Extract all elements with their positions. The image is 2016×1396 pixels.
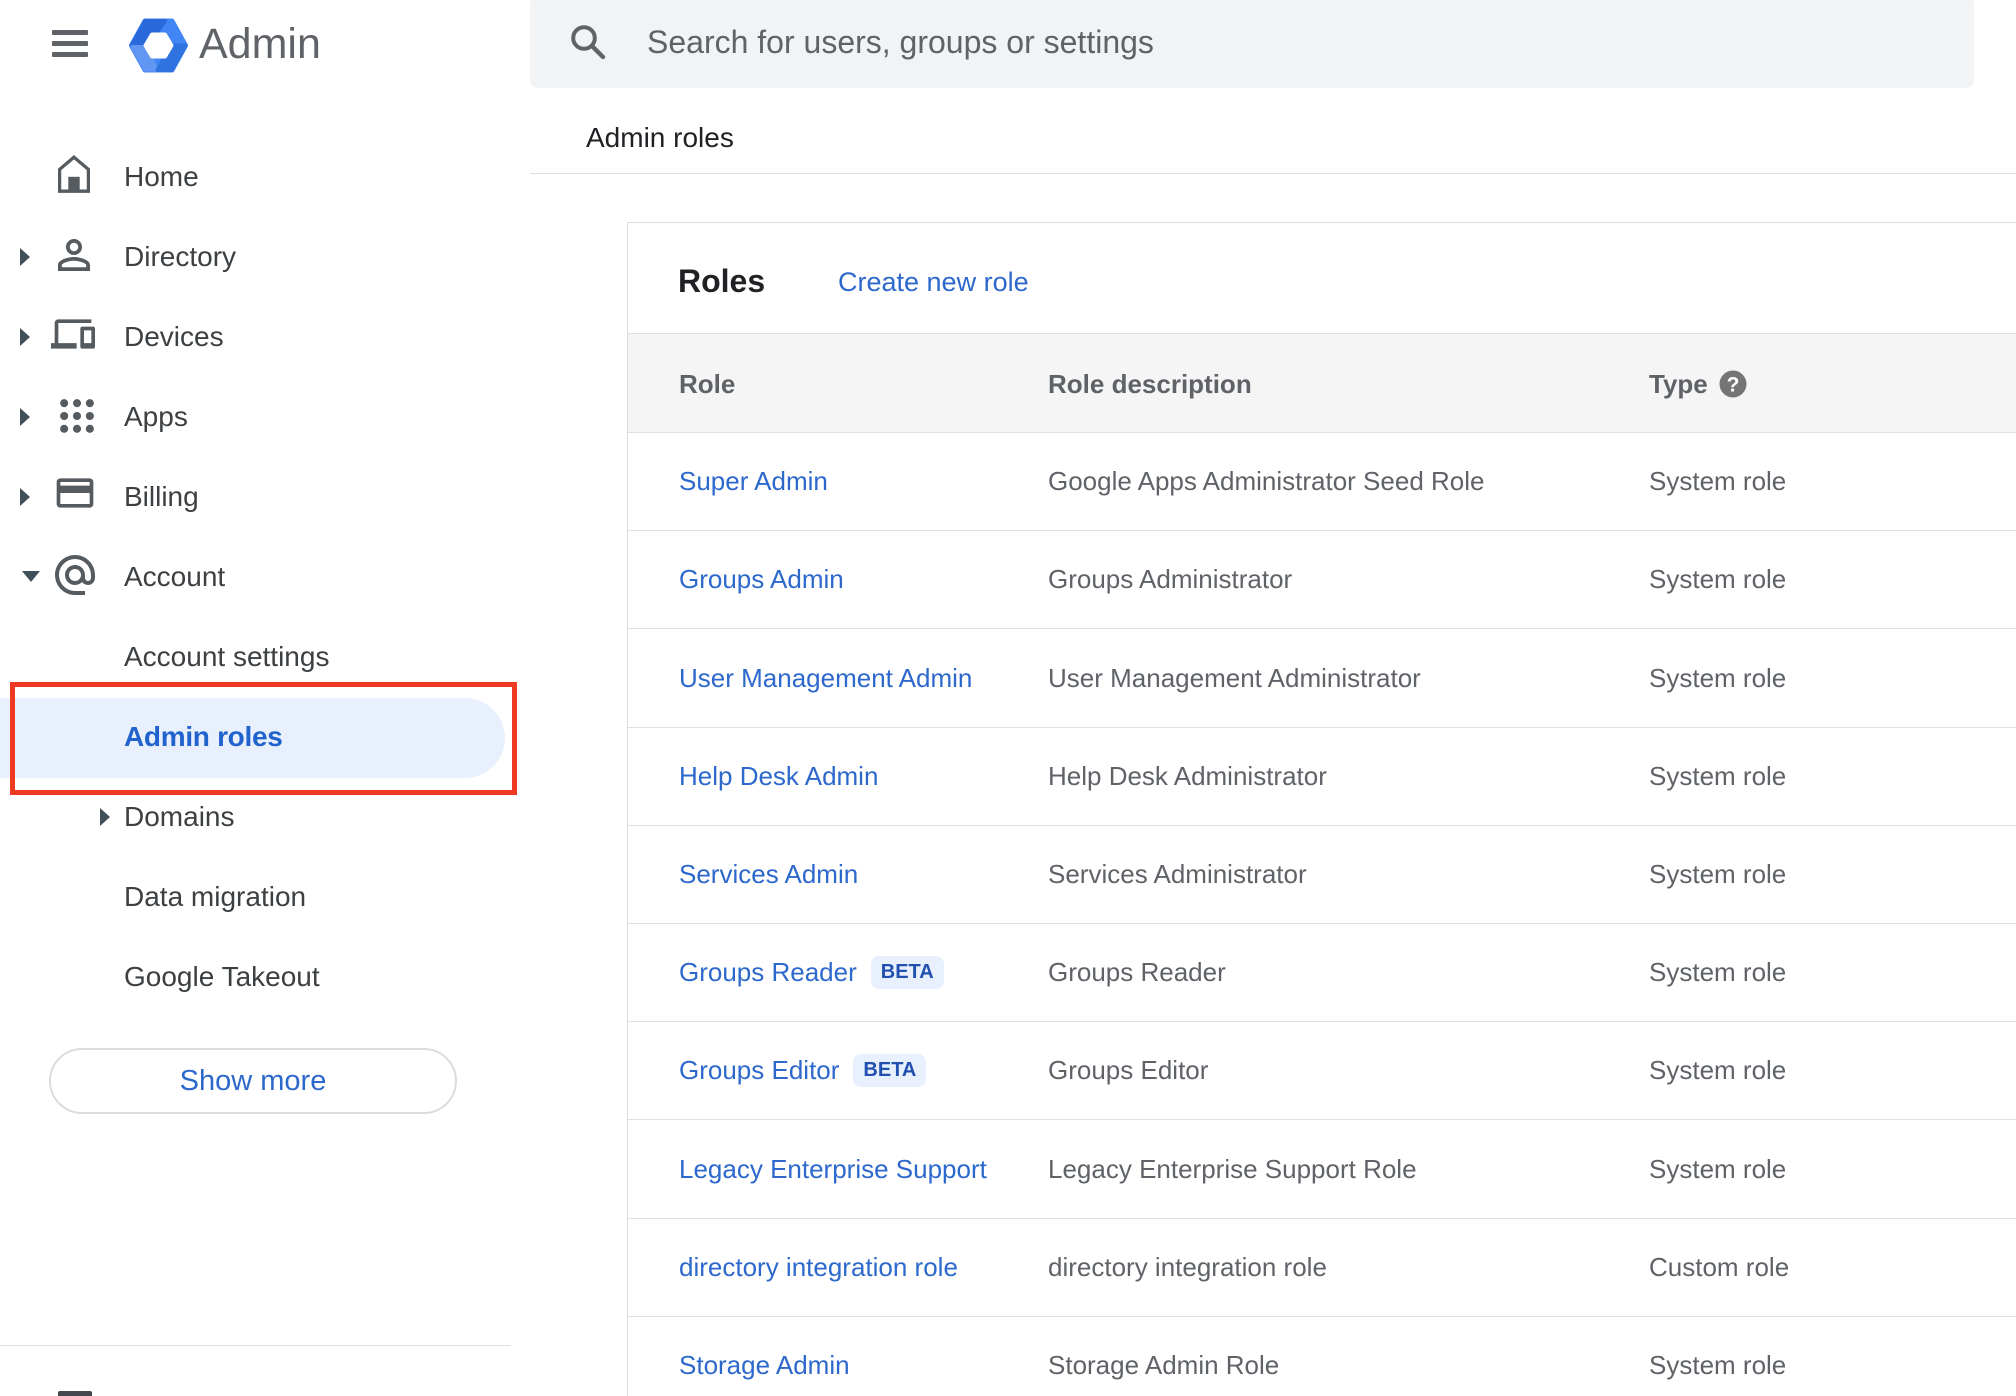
- svg-text:?: ?: [1727, 374, 1740, 397]
